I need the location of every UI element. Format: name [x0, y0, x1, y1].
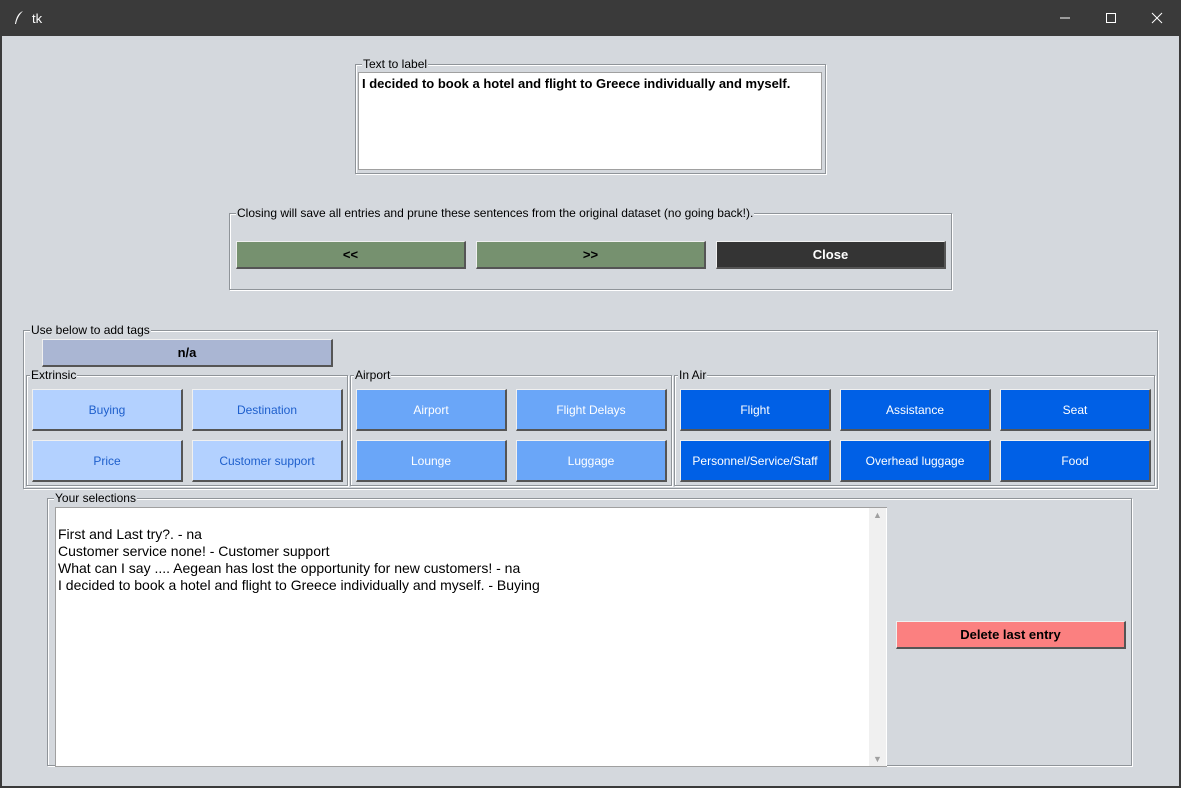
navigation-frame-label: Closing will save all entries and prune … [236, 206, 755, 220]
minimize-button[interactable] [1042, 0, 1088, 36]
maximize-icon [1106, 13, 1116, 23]
selections-scrollbar[interactable]: ▲ ▼ [869, 508, 886, 766]
maximize-button[interactable] [1088, 0, 1134, 36]
selections-frame: Your selections First and Last try?. - n… [47, 491, 1132, 767]
close-window-icon [1151, 12, 1163, 24]
overhead-luggage-tag-button[interactable]: Overhead luggage [840, 440, 991, 482]
tags-frame-label: Use below to add tags [30, 323, 151, 337]
next-button[interactable]: >> [476, 241, 706, 269]
food-tag-button[interactable]: Food [1000, 440, 1151, 482]
window-title: tk [32, 11, 43, 26]
delete-last-entry-button[interactable]: Delete last entry [896, 621, 1126, 649]
destination-tag-button[interactable]: Destination [192, 389, 343, 431]
airport-frame-label: Airport [354, 368, 392, 382]
navigation-frame: Closing will save all entries and prune … [229, 206, 952, 290]
airport-frame: Airport Airport Flight Delays Lounge Lug… [350, 368, 672, 486]
previous-button[interactable]: << [236, 241, 466, 269]
selection-line: I decided to book a hotel and flight to … [58, 577, 540, 593]
selections-textbox[interactable]: First and Last try?. - na Customer servi… [55, 507, 887, 767]
airport-tag-button[interactable]: Airport [356, 389, 507, 431]
flight-delays-tag-button[interactable]: Flight Delays [516, 389, 667, 431]
buying-tag-button[interactable]: Buying [32, 389, 183, 431]
extrinsic-frame-label: Extrinsic [30, 368, 78, 382]
scroll-up-arrow-icon[interactable]: ▲ [873, 510, 882, 520]
na-tag-button[interactable]: n/a [42, 339, 333, 367]
luggage-tag-button[interactable]: Luggage [516, 440, 667, 482]
in-air-frame-label: In Air [678, 368, 708, 382]
in-air-frame: In Air Flight Assistance Seat Personnel/… [674, 368, 1155, 486]
window-border [0, 36, 2, 788]
text-to-label-frame: Text to label I decided to book a hotel … [355, 57, 826, 174]
seat-tag-button[interactable]: Seat [1000, 389, 1151, 431]
selection-line: Customer service none! - Customer suppor… [58, 543, 330, 559]
assistance-tag-button[interactable]: Assistance [840, 389, 991, 431]
customer-support-tag-button[interactable]: Customer support [192, 440, 343, 482]
close-button[interactable]: Close [716, 241, 946, 269]
extrinsic-frame: Extrinsic Buying Destination Price Custo… [26, 368, 348, 486]
text-to-label-box[interactable]: I decided to book a hotel and flight to … [358, 72, 822, 170]
price-tag-button[interactable]: Price [32, 440, 183, 482]
selection-line: First and Last try?. - na [58, 526, 202, 542]
feather-icon [15, 11, 23, 24]
selections-frame-label: Your selections [54, 491, 137, 505]
minimize-icon [1060, 17, 1070, 19]
text-to-label-frame-label: Text to label [362, 57, 429, 71]
personnel-service-staff-tag-button[interactable]: Personnel/Service/Staff [680, 440, 831, 482]
tags-frame: Use below to add tags n/a Extrinsic Buyi… [23, 323, 1158, 489]
title-bar: tk [0, 0, 1181, 36]
close-window-button[interactable] [1134, 0, 1180, 36]
selection-line: What can I say .... Aegean has lost the … [58, 560, 521, 576]
flight-tag-button[interactable]: Flight [680, 389, 831, 431]
lounge-tag-button[interactable]: Lounge [356, 440, 507, 482]
scroll-down-arrow-icon[interactable]: ▼ [873, 754, 882, 764]
